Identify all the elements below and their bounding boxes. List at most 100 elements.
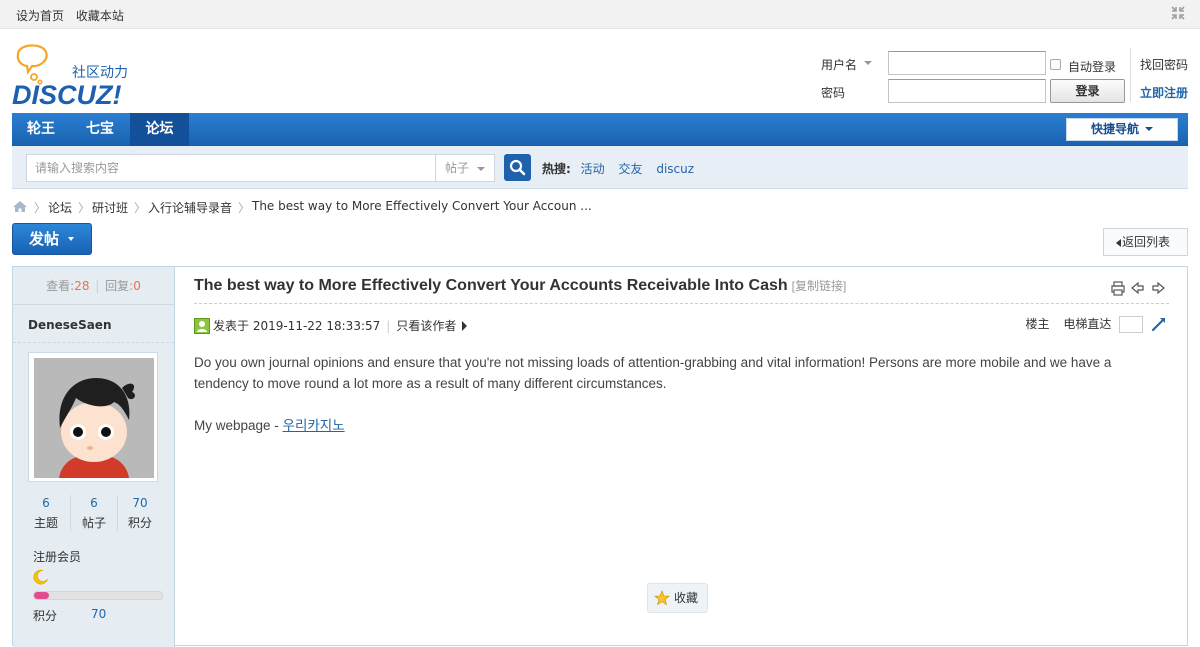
breadcrumb-thread[interactable]: The best way to More Effectively Convert… — [252, 199, 592, 213]
hot-search-label: 热搜: — [542, 162, 571, 176]
auto-login-label[interactable]: 自动登录 — [1068, 58, 1116, 75]
site-logo[interactable]: 社区动力 DISCUZ! — [12, 40, 147, 110]
search-bar: 请输入搜索内容 帖子 热搜: 活动 交友 discuz — [12, 146, 1188, 189]
thread-tools — [1111, 281, 1165, 296]
breadcrumb-forum[interactable]: 论坛 — [48, 199, 72, 216]
points-row-label: 积分 — [33, 609, 58, 623]
meta-divider: | — [386, 319, 391, 333]
level-progress-fill — [34, 592, 50, 599]
avatar[interactable] — [28, 352, 158, 482]
login-form: 用户名 自动登录 密码 登录 找回密码 立即注册 — [800, 48, 1200, 108]
favorite-button[interactable]: 收藏 — [647, 583, 708, 613]
search-input[interactable]: 请输入搜索内容 — [26, 154, 436, 182]
points-count: 70 — [132, 496, 148, 510]
level-progress-bar — [33, 591, 163, 600]
posts-count: 6 — [90, 496, 98, 510]
thread-title: The best way to More Effectively Convert… — [194, 277, 846, 295]
search-button[interactable] — [504, 154, 531, 181]
go-icon[interactable] — [1151, 316, 1167, 332]
next-thread-icon[interactable] — [1152, 281, 1165, 295]
search-scope-value: 帖子 — [445, 161, 470, 175]
username-label[interactable]: 用户名 — [821, 56, 857, 73]
online-user-icon — [194, 318, 210, 334]
hot-search-link[interactable]: 交友 — [618, 162, 642, 176]
threads-count: 6 — [42, 496, 50, 510]
new-post-button[interactable]: 发帖 — [12, 223, 92, 255]
chevron-down-icon — [68, 237, 75, 241]
favorite-label: 收藏 — [674, 591, 699, 605]
register-link[interactable]: 立即注册 — [1140, 84, 1188, 101]
points-row: 积分 70 — [33, 607, 106, 624]
avatar-image — [34, 358, 154, 478]
login-divider — [1130, 48, 1131, 102]
post-meta: 发表于 2019-11-22 18:33:57 | 只看该作者 — [194, 317, 468, 334]
post-body: Do you own journal opinions and ensure t… — [194, 352, 1169, 437]
floor-jump-input[interactable] — [1119, 316, 1144, 333]
views-count: 28 — [74, 279, 90, 293]
breadcrumb-separator: 〉 — [34, 201, 47, 215]
author-threads[interactable]: 6 主题 — [21, 496, 71, 531]
posts-label: 帖子 — [81, 516, 106, 530]
title-divider — [194, 303, 1169, 304]
breadcrumb-seminar[interactable]: 研讨班 — [92, 199, 128, 216]
home-icon[interactable] — [12, 200, 28, 213]
breadcrumb-separator: 〉 — [78, 201, 91, 215]
nav-item-forum[interactable]: 论坛 — [130, 113, 189, 146]
post-paragraph: Do you own journal opinions and ensure t… — [194, 355, 1112, 391]
star-icon — [654, 590, 670, 606]
author-points[interactable]: 70 积分 — [115, 496, 165, 531]
floor-nav: 楼主 电梯直达 — [1025, 315, 1167, 333]
thread-title-text: The best way to More Effectively Convert… — [194, 277, 788, 294]
password-input[interactable] — [888, 79, 1046, 103]
webpage-link[interactable]: 우리카지노 — [283, 418, 345, 434]
top-links: 设为首页 收藏本站 — [16, 7, 132, 24]
chevron-left-icon — [1116, 239, 1121, 247]
chevron-down-icon — [1145, 127, 1153, 131]
breadcrumb-separator: 〉 — [134, 201, 147, 215]
username-input[interactable] — [888, 51, 1046, 75]
copy-link[interactable]: [复制链接] — [792, 279, 847, 293]
main-nav: 轮王 七宝 论坛 快捷导航 — [12, 113, 1188, 146]
nav-item-qibao[interactable]: 七宝 — [70, 113, 130, 146]
user-group[interactable]: 注册会员 — [33, 548, 81, 565]
auto-login-checkbox[interactable] — [1050, 59, 1061, 70]
search-scope-select[interactable]: 帖子 — [435, 154, 495, 182]
webpage-prefix: My webpage - — [194, 418, 283, 433]
quick-nav-button[interactable]: 快捷导航 — [1066, 118, 1178, 141]
forgot-password-link[interactable]: 找回密码 — [1140, 56, 1188, 73]
chevron-down-icon — [477, 167, 485, 171]
author-only-link[interactable]: 只看该作者 — [396, 319, 456, 333]
hot-search-link[interactable]: 活动 — [581, 162, 605, 176]
breadcrumb-separator: 〉 — [238, 201, 251, 215]
divider — [13, 342, 174, 343]
floor-label: 楼主 — [1025, 317, 1050, 331]
chevron-down-icon[interactable] — [864, 61, 872, 65]
password-label: 密码 — [821, 86, 846, 100]
back-to-list-label: 返回列表 — [1122, 235, 1171, 249]
post-date: 发表于 2019-11-22 18:33:57 — [213, 319, 381, 333]
set-homepage-link[interactable]: 设为首页 — [16, 9, 64, 23]
bookmark-site-link[interactable]: 收藏本站 — [76, 9, 124, 23]
logo-tagline: 社区动力 — [72, 65, 128, 81]
logo-brand: DISCUZ! — [12, 80, 122, 106]
quick-nav-label: 快捷导航 — [1090, 122, 1139, 136]
nav-item-lunwang[interactable]: 轮王 — [12, 113, 70, 146]
post-main: The best way to More Effectively Convert… — [176, 267, 1187, 647]
collapse-icon[interactable] — [1170, 5, 1186, 21]
author-name[interactable]: DeneseSaen — [28, 318, 111, 332]
author-sidebar: 查看:28 | 回复:0 DeneseSaen 6 主题 6 帖子 70 积分 … — [13, 267, 175, 647]
back-to-list-button[interactable]: 返回列表 — [1103, 228, 1188, 256]
previous-thread-icon[interactable] — [1131, 281, 1144, 295]
chevron-right-icon — [462, 321, 468, 331]
stats-divider: | — [95, 279, 100, 293]
thread-container: 查看:28 | 回复:0 DeneseSaen 6 主题 6 帖子 70 积分 … — [12, 266, 1188, 647]
print-icon[interactable] — [1111, 281, 1125, 296]
hot-search-link[interactable]: discuz — [656, 162, 694, 176]
search-icon — [509, 159, 526, 176]
login-button[interactable]: 登录 — [1050, 79, 1125, 103]
author-posts[interactable]: 6 帖子 — [69, 496, 119, 531]
replies-count: 0 — [133, 279, 141, 293]
points-row-value[interactable]: 70 — [91, 607, 106, 621]
moon-icon — [33, 569, 48, 585]
breadcrumb-board[interactable]: 入行论辅导录音 — [148, 199, 232, 216]
